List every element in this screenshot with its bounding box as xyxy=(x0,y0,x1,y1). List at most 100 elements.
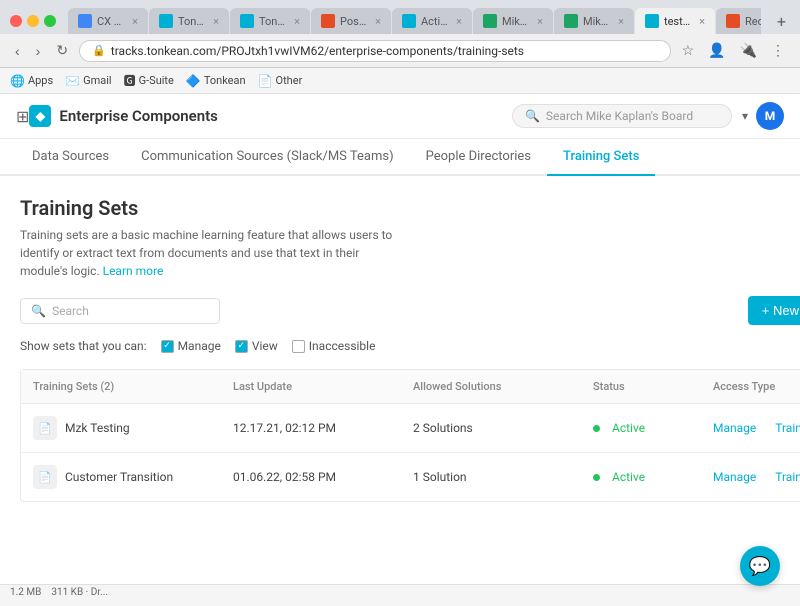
tab-close-icon[interactable]: × xyxy=(618,15,624,28)
nav-tab-training-sets[interactable]: Training Sets xyxy=(547,139,655,176)
action-manage-link[interactable]: Manage xyxy=(713,421,756,435)
row-status: Active xyxy=(612,470,645,484)
app-logo: ◆ Enterprise Components xyxy=(29,105,512,127)
nav-tabs: Data SourcesCommunication Sources (Slack… xyxy=(0,139,800,176)
browser-tab-tonkean2[interactable]: Tonkean × xyxy=(230,8,310,34)
bookmark-label: Gmail xyxy=(83,74,111,87)
avatar[interactable]: M xyxy=(756,102,784,130)
filter-view-label: View xyxy=(252,339,278,353)
tab-label: testing -... xyxy=(664,15,692,28)
new-tab-button[interactable]: + xyxy=(773,12,790,31)
browser-tab-mike2[interactable]: Mike Ka... × xyxy=(554,8,634,34)
browser-tab-testing[interactable]: testing -... × xyxy=(635,8,715,34)
filter-view[interactable]: ✓ View xyxy=(235,339,278,353)
new-training-set-button[interactable]: + New Training Set xyxy=(748,296,800,325)
view-checkbox[interactable]: ✓ xyxy=(235,340,248,353)
profile-button[interactable]: 👤 xyxy=(703,39,730,62)
table-header-last_update: Last Update xyxy=(233,380,413,393)
learn-more-link[interactable]: Learn more xyxy=(103,264,164,278)
inaccessible-checkbox[interactable] xyxy=(292,340,305,353)
nav-tab-data-sources[interactable]: Data Sources xyxy=(16,139,125,176)
bookmark-icon: 🅶 xyxy=(124,72,136,89)
row-allowed-solutions: 2 Solutions xyxy=(413,421,473,435)
minimize-window-button[interactable] xyxy=(27,15,39,27)
row-icon: 📄 xyxy=(33,416,57,440)
tab-close-icon[interactable]: × xyxy=(213,15,219,28)
chat-fab-button[interactable]: 💬 xyxy=(740,546,780,586)
grid-icon[interactable]: ⊞ xyxy=(16,107,29,126)
action-manage-link[interactable]: Manage xyxy=(713,470,756,484)
table-row: 📄 Customer Transition 01.06.22, 02:58 PM… xyxy=(21,453,800,501)
bookmark-gmail[interactable]: ✉️Gmail xyxy=(65,74,111,88)
bookmark-apps[interactable]: 🌐Apps xyxy=(10,74,53,88)
tab-favicon xyxy=(78,14,92,28)
filter-manage-label: Manage xyxy=(178,339,221,353)
reload-button[interactable]: ↻ xyxy=(51,40,73,61)
browser-tab-mike1[interactable]: Mike Kap... × xyxy=(473,8,553,34)
bookmark-other[interactable]: 📄Other xyxy=(258,74,303,88)
filter-inaccessible[interactable]: Inaccessible xyxy=(292,339,376,353)
menu-button[interactable]: ⋮ xyxy=(766,39,790,62)
forward-button[interactable]: › xyxy=(31,41,46,61)
bookmark-tonkean[interactable]: 🔷Tonkean xyxy=(186,74,246,88)
bookmark-icon: ✉️ xyxy=(65,74,80,88)
back-button[interactable]: ‹ xyxy=(10,41,25,61)
browser-tab-post[interactable]: Post Atte... × xyxy=(311,8,391,34)
page-title: Training Sets xyxy=(20,196,800,220)
browser-tab-actions[interactable]: Actions -... × xyxy=(392,8,472,34)
tab-close-icon[interactable]: × xyxy=(699,15,705,28)
nav-tab-communication-sources[interactable]: Communication Sources (Slack/MS Teams) xyxy=(125,139,409,176)
tab-label: Actions -... xyxy=(421,15,449,28)
tab-close-icon[interactable]: × xyxy=(537,15,543,28)
bookmark-button[interactable]: ☆ xyxy=(677,39,700,62)
manage-checkbox[interactable]: ✓ xyxy=(161,340,174,353)
tab-favicon xyxy=(159,14,173,28)
table-body: 📄 Mzk Testing 12.17.21, 02:12 PM 2 Solut… xyxy=(21,404,800,501)
content-area: Training Sets Training sets are a basic … xyxy=(0,176,800,584)
tab-close-icon[interactable]: × xyxy=(456,15,462,28)
filter-row: Show sets that you can: ✓ Manage ✓ View … xyxy=(20,339,800,353)
content-toolbar: 🔍 Search + New Training Set xyxy=(20,296,800,325)
filter-label: Show sets that you can: xyxy=(20,339,147,353)
tab-label: Tonkean xyxy=(178,15,206,28)
bookmark-icon: 🌐 xyxy=(10,74,25,88)
header-search[interactable]: 🔍 Search Mike Kaplan's Board xyxy=(512,104,732,128)
filter-manage[interactable]: ✓ Manage xyxy=(161,339,221,353)
chevron-down-icon[interactable]: ▾ xyxy=(742,109,748,123)
tab-close-icon[interactable]: × xyxy=(294,15,300,28)
address-bar[interactable]: 🔒 tracks.tonkean.com/PROJtxh1vwIVM62/ent… xyxy=(79,40,670,62)
table-header-access_type: Access Type xyxy=(713,380,800,393)
cell-access-type: Manage Train xyxy=(713,470,800,484)
lock-icon: 🔒 xyxy=(92,44,106,57)
maximize-window-button[interactable] xyxy=(44,15,56,27)
close-window-button[interactable] xyxy=(10,15,22,27)
browser-tab-tonkean1[interactable]: Tonkean × xyxy=(149,8,229,34)
action-train-link[interactable]: Train xyxy=(775,421,800,435)
app-header: ⊞ ◆ Enterprise Components 🔍 Search Mike … xyxy=(0,94,800,139)
nav-tab-people-directories[interactable]: People Directories xyxy=(410,139,547,176)
bookmark-g-suite[interactable]: 🅶G-Suite xyxy=(124,72,174,89)
action-train-link[interactable]: Train xyxy=(775,470,800,484)
tab-favicon xyxy=(726,14,740,28)
app-container: ⊞ ◆ Enterprise Components 🔍 Search Mike … xyxy=(0,94,800,584)
tab-label: Mike Kap... xyxy=(502,15,530,28)
chat-icon: 💬 xyxy=(749,556,771,577)
tab-close-icon[interactable]: × xyxy=(375,15,381,28)
extensions-button[interactable]: 🔌 xyxy=(735,39,762,62)
training-sets-table: Training Sets (2)Last UpdateAllowed Solu… xyxy=(20,369,800,502)
tab-favicon xyxy=(240,14,254,28)
main-area: Training Sets Training sets are a basic … xyxy=(0,176,800,584)
row-name: Mzk Testing xyxy=(65,421,130,435)
tab-favicon xyxy=(321,14,335,28)
status-dot xyxy=(593,474,600,481)
training-sets-search[interactable]: 🔍 Search xyxy=(20,298,220,324)
browser-tab-cx[interactable]: CX boar... × xyxy=(68,8,148,34)
search-input-placeholder: Search xyxy=(52,304,89,318)
url-text: tracks.tonkean.com/PROJtxh1vwIVM62/enter… xyxy=(111,44,524,58)
table-header-status: Status xyxy=(593,380,713,393)
row-last-update: 12.17.21, 02:12 PM xyxy=(233,421,336,435)
tab-label: Tonkean xyxy=(259,15,287,28)
browser-tab-recording[interactable]: Recordin... × xyxy=(716,8,761,34)
cell-allowed-solutions: 2 Solutions xyxy=(413,421,593,435)
tab-close-icon[interactable]: × xyxy=(132,15,138,28)
